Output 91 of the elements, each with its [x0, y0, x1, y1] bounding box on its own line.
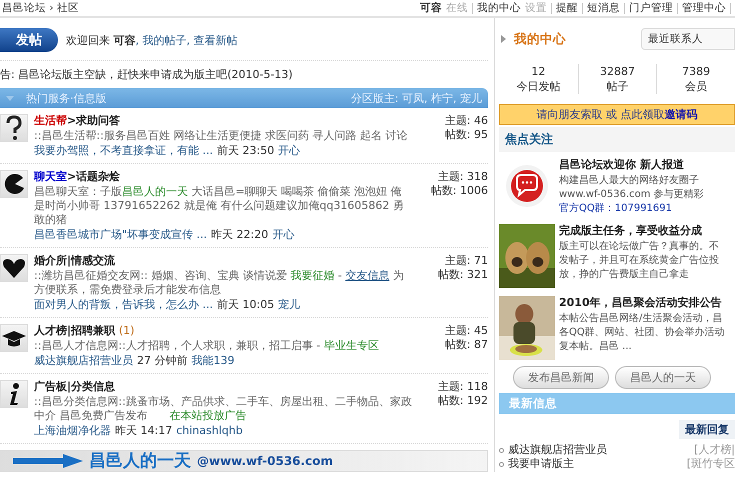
focus-title-link[interactable]: 2010年，昌邑聚会活动安排公告 [559, 296, 725, 310]
forum-description: ::潍坊昌邑征婚交友网:: 婚姻、咨询、宝典 谈情说爱 我要征婚 - 交友信息 为方便联系，需免费登录后才能发布信息 [34, 269, 405, 297]
post-count: 帖数: 87 [444, 338, 488, 352]
focus-title: 焦点关注 [505, 132, 553, 146]
pill-button[interactable]: 发布昌邑新闻 [513, 366, 609, 389]
focus-text-line: 复本帖。昌邑 ... [559, 340, 633, 354]
user-name[interactable]: 可容 [420, 1, 442, 15]
info-icon [0, 380, 28, 408]
announcement[interactable]: 告: 昌邑论坛版主空缺，赶快来申请成为版主吧(2010-5-13) [0, 61, 488, 88]
top-link[interactable]: 我的中心 [477, 1, 521, 15]
forum-title[interactable]: 人才榜|招聘兼职 [34, 324, 116, 337]
forum-title[interactable]: >求助问答 [67, 114, 120, 127]
qq-group-link[interactable]: 官方QQ群：107991691 [559, 202, 704, 216]
last-post-link[interactable]: 威达旗舰店招营业员 [34, 354, 133, 368]
latest-link[interactable]: 我要申请版主 [508, 457, 574, 471]
focus-text-line: 放，挣的广告费版主自己拿走 [559, 268, 690, 282]
forum-description: ::昌邑人才信息网::人才招聘，个人求职，兼职，招工启事 - 毕业生专区 [34, 339, 380, 353]
welcome-link[interactable]: , 查看新帖 [186, 32, 238, 48]
focus-title-link[interactable]: 完成版主任务，享受收益分成 [559, 224, 719, 238]
speech-bubble-icon [505, 164, 549, 208]
last-post-link[interactable]: 上海油烟净化器 [34, 424, 111, 438]
banner[interactable]: 昌邑人的一天 @www.wf-0536.com [0, 450, 488, 472]
collapse-icon[interactable] [6, 94, 14, 102]
panel-title: 我的中心 [514, 30, 566, 48]
last-post-author[interactable]: 宠儿 [278, 298, 300, 312]
last-post-time: 前天 10:05 [217, 298, 274, 312]
focus-text-line: 本帖公告昌邑网络/生活聚会活动，昌 [559, 312, 724, 326]
invite-link[interactable]: 邀请码 [664, 108, 698, 121]
today-count: (1) [118, 324, 134, 337]
latest-link[interactable]: 威达旗舰店招营业员 [508, 443, 607, 457]
forum-title[interactable]: 广告板|分类信息 [34, 380, 116, 393]
section-moderators: 分区版主: 可凤, 柞宁, 宠儿 [350, 90, 482, 106]
last-post-link[interactable]: 面对男人的背叛，告诉我，怎么办 ... [34, 298, 213, 312]
topic-count: 主题: 318 [438, 170, 488, 184]
stat-value: 32887 [600, 64, 635, 79]
focus-text-line: 版主可以在论坛做广告？真事的。不 [559, 240, 719, 254]
banner-url: @www.wf-0536.com [197, 454, 333, 468]
pill-button[interactable]: 昌邑人的一天 [615, 366, 711, 389]
triangle-icon [501, 35, 506, 43]
post-count: 帖数: 192 [438, 394, 488, 408]
topic-count: 主题: 118 [438, 380, 488, 394]
stat-label: 会员 [685, 79, 708, 94]
forum-description: ::昌邑生活帮::服务昌邑百姓 网络让生活更便捷 求医问药 寻人问路 起名 讨论 [34, 129, 408, 143]
stat-value: 7389 [682, 64, 710, 79]
focus-text-line: 构建昌邑人最大的网络好友圈子 [559, 174, 700, 188]
forum-title[interactable]: 婚介所|情感交流 [34, 254, 116, 267]
question-icon [0, 114, 28, 142]
topic-count: 主题: 46 [444, 114, 488, 128]
arrow-icon [13, 454, 83, 468]
last-post-author[interactable]: chinashlqhb [176, 424, 243, 438]
top-link[interactable]: 门户管理 [629, 1, 673, 15]
focus-text-line: 发帖子，并且可在系统黄金广告位投 [559, 254, 719, 268]
banner-title: 昌邑人的一天 [89, 452, 191, 470]
breadcrumb[interactable]: 昌邑论坛 › 社区 [2, 1, 79, 15]
last-post-link[interactable]: 我要办驾照，不考直接拿证，有能 ... [34, 144, 213, 158]
stat-label: 今日发帖 [516, 79, 560, 94]
invite-text: 请向朋友索取 或 点此领取 [536, 108, 664, 121]
topic-count: 主题: 71 [444, 254, 488, 268]
last-post-time: 昨天 14:17 [115, 424, 172, 438]
forum-tag[interactable]: 生活帮 [34, 114, 67, 127]
topic-count: 主题: 45 [444, 324, 488, 338]
contacts-dropdown[interactable]: 最近联系人 [641, 28, 735, 50]
post-count: 帖数: 1006 [430, 184, 488, 198]
last-post-author[interactable]: 开心 [272, 228, 294, 242]
top-link[interactable]: 短消息 [587, 1, 620, 15]
stat-value: 12 [531, 64, 546, 79]
tab[interactable]: 最新回复 [679, 420, 735, 439]
last-post-time: 前天 23:50 [217, 144, 274, 158]
focus-text-line: 各QQ群、网站、社团、协会举办活动 [559, 326, 725, 340]
forum-tag[interactable]: 聊天室 [34, 170, 67, 183]
welcome-text: 欢迎回来 可容 [66, 32, 136, 48]
top-link[interactable]: 管理中心 [682, 1, 726, 15]
post-count: 帖数: 95 [444, 128, 488, 142]
welcome-link[interactable]: , 我的帖子 [136, 32, 186, 48]
last-post-author[interactable]: 我能139 [192, 354, 234, 368]
forum-description: 昌邑聊天室：子版昌邑人的一天 大话昌邑=聊聊天 喝喝茶 偷偷菜 泡泡妞 俺是时尚小帅哥 13791652262 就是俺 有什么问题建议加俺qq31605862 勇敢的猪 [34, 185, 405, 227]
last-post-time: 27 分钟前 [137, 354, 188, 368]
forum-description: ::昌邑分类信息网::跳蚤市场、产品供求、二手车、房屋出租、二手物品、家政中介 昌邑免费广告发布 在本站投放广告 [34, 395, 412, 423]
focus-text-line: www.wf-0536.com 参与更精彩 [559, 188, 704, 202]
stat-label: 帖子 [606, 79, 628, 94]
last-post-author[interactable]: 开心 [278, 144, 300, 158]
post-button[interactable]: 发帖 [0, 28, 58, 52]
focus-title-link[interactable]: 昌邑论坛欢迎你 新人报道 [559, 158, 704, 172]
top-link[interactable]: 提醒 [556, 1, 578, 15]
online-status: 在线 [446, 1, 468, 15]
latest-title: 最新信息 [509, 396, 557, 410]
forum-title[interactable]: >话题杂烩 [67, 170, 120, 183]
last-post-time: 昨天 22:20 [211, 228, 268, 242]
cap-icon [0, 324, 28, 352]
last-post-link[interactable]: 昌邑香邑城市广场"坏事变成宣传 ... [34, 228, 208, 242]
post-count: 帖数: 321 [438, 268, 488, 282]
